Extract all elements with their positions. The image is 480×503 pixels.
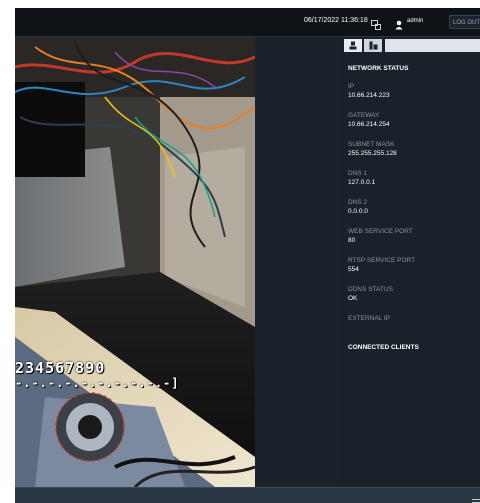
subnet-mask-label: SUBNET MASK xyxy=(348,141,395,148)
connected-clients-title: CONNECTED CLIENTS xyxy=(348,344,419,351)
dns2-label: DNS 2 xyxy=(348,199,368,206)
rtsp-service-port-label: RTSP SERVICE PORT xyxy=(348,257,416,264)
osd-overlay-dashes: -.-.-.-.-.-.-.-.-.-] xyxy=(15,376,180,390)
user-icon xyxy=(395,17,403,30)
rtsp-service-port-value: 554 xyxy=(348,266,359,273)
network-status-info: NETWORK STATUS IP 10.66.214.223 GATEWAY … xyxy=(348,65,478,351)
subnet-mask-value: 255.255.255.128 xyxy=(348,150,397,157)
empty-pane xyxy=(255,37,341,487)
tab-clients[interactable] xyxy=(364,39,382,52)
web-service-port-label: WEB SERVICE PORT xyxy=(348,228,413,235)
tab-strip xyxy=(385,39,480,52)
app-window: 06/17/2022 11:36:18 admin LOG OUT 234567… xyxy=(15,8,480,503)
dns2-value: 0.0.0.0 xyxy=(348,208,368,215)
logout-button[interactable]: LOG OUT xyxy=(449,15,480,29)
dns1-value: 127.0.0.1 xyxy=(348,179,376,186)
network-status-icon xyxy=(349,41,357,50)
section-title: NETWORK STATUS xyxy=(348,65,409,72)
gateway-value: 10.66.214.254 xyxy=(348,121,390,128)
username: admin xyxy=(407,18,424,24)
external-ip-value xyxy=(348,324,478,333)
web-service-port-value: 80 xyxy=(348,237,356,244)
dns1-label: DNS 1 xyxy=(348,170,368,177)
video-frame-image xyxy=(15,37,255,487)
osd-overlay-digits: 234567890 xyxy=(15,359,106,377)
tab-network-status[interactable] xyxy=(344,39,362,52)
menu-icon[interactable] xyxy=(472,493,480,503)
datetime: 06/17/2022 11:36:18 xyxy=(304,17,368,24)
live-video-view[interactable]: 234567890 -.-.-.-.-.-.-.-.-.-] xyxy=(15,37,255,487)
top-bar: 06/17/2022 11:36:18 admin LOG OUT xyxy=(15,8,480,37)
ddns-status-value: OK xyxy=(348,295,358,302)
clients-icon xyxy=(369,41,378,50)
bottom-bar xyxy=(15,487,480,503)
status-panel: NETWORK STATUS IP 10.66.214.223 GATEWAY … xyxy=(341,37,480,487)
ddns-status-label: DDNS STATUS xyxy=(348,286,393,293)
external-ip-label: EXTERNAL IP xyxy=(348,315,391,322)
gateway-label: GATEWAY xyxy=(348,112,380,119)
ip-value: 10.66.214.223 xyxy=(348,92,390,99)
layout-icon[interactable] xyxy=(371,17,381,30)
ip-label: IP xyxy=(348,83,355,90)
